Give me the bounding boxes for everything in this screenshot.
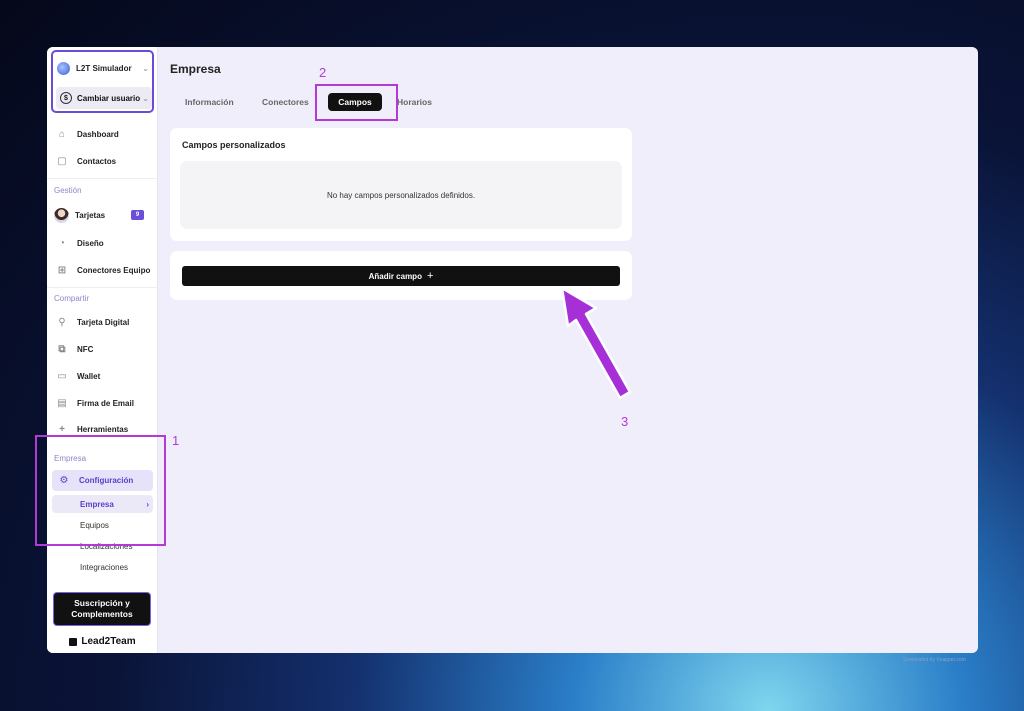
nfc-icon: ⧉ — [58, 343, 66, 355]
account-name: L2T Simulador — [76, 63, 132, 73]
account-selector[interactable]: L2T Simulador ⌄ — [57, 57, 149, 79]
grid-icon: ⊞ — [57, 264, 67, 276]
annotation-number: 2 — [319, 65, 327, 80]
sidebar-item-label: NFC — [77, 344, 94, 354]
qr-icon: ⚲ — [58, 316, 66, 328]
watermark: Screenshot by Xnapper.com — [903, 657, 966, 663]
brand-name: Lead2Team — [81, 636, 136, 647]
sidebar-item-label: Contactos — [77, 156, 117, 166]
signature-icon: ▤ — [57, 397, 67, 409]
plus-icon: + — [426, 270, 434, 282]
brand-logo-icon — [69, 637, 78, 646]
contacts-icon: ▢ — [57, 155, 67, 167]
arrow-icon — [560, 286, 632, 400]
sidebar-item-tarjetas[interactable]: Tarjetas 9 — [54, 206, 150, 224]
sidebar-subitem-integraciones[interactable]: Integraciones — [52, 558, 153, 576]
annotation-number: 1 — [172, 433, 180, 448]
sidebar-item-label: Dashboard — [77, 129, 119, 139]
annotation-number: 3 — [621, 414, 629, 429]
sidebar: L2T Simulador ⌄ $ Cambiar usuario ⌄ ⌂ Da… — [47, 47, 158, 653]
tab-conectores[interactable]: Conectores — [262, 97, 309, 107]
sidebar-item-label: Tarjetas — [75, 210, 106, 220]
sidebar-item-label: Firma de Email — [77, 398, 134, 408]
account-logo-icon — [57, 61, 70, 75]
switch-user-label: Cambiar usuario — [77, 93, 141, 103]
sidebar-item-conectores-equipo[interactable]: ⊞ Conectores Equipo — [56, 261, 152, 279]
switch-user-button[interactable]: $ Cambiar usuario ⌄ — [56, 87, 152, 109]
sidebar-item-label: Conectores Equipo — [77, 265, 151, 275]
tab-informacion[interactable]: Información — [185, 97, 234, 107]
sidebar-item-dashboard[interactable]: ⌂ Dashboard — [56, 125, 152, 143]
user-switch-icon: $ — [60, 92, 72, 104]
sidebar-item-label: Wallet — [77, 371, 101, 381]
page-title: Empresa — [170, 62, 221, 76]
sidebar-item-firma-email[interactable]: ▤ Firma de Email — [56, 394, 152, 412]
avatar — [54, 207, 69, 223]
highlight-box-1 — [35, 435, 166, 546]
sidebar-item-label: Herramientas — [77, 424, 129, 434]
home-icon: ⌂ — [58, 128, 66, 140]
chevron-down-icon: ⌄ — [142, 93, 149, 103]
brand-footer: Lead2Team — [47, 636, 158, 647]
empty-state-text: No hay campos personalizados definidos. — [326, 190, 476, 200]
account-switcher: L2T Simulador ⌄ $ Cambiar usuario ⌄ — [51, 50, 154, 113]
subscription-button[interactable]: Suscripción y Complementos — [53, 592, 151, 626]
card-title: Campos personalizados — [182, 140, 286, 150]
chevron-down-icon: ⌄ — [142, 63, 149, 73]
empty-state: No hay campos personalizados definidos. — [180, 161, 622, 229]
tab-horarios[interactable]: Horarios — [397, 97, 432, 107]
section-label-gestion: Gestión — [54, 186, 82, 195]
divider — [47, 178, 158, 179]
palette-icon: ◔ — [58, 237, 66, 249]
sidebar-item-label: Diseño — [77, 238, 104, 248]
section-label-compartir: Compartir — [54, 294, 90, 303]
sidebar-item-tarjeta-digital[interactable]: ⚲ Tarjeta Digital — [56, 313, 152, 331]
sidebar-item-diseno[interactable]: ◔ Diseño — [56, 234, 152, 252]
custom-fields-card: Campos personalizados No hay campos pers… — [170, 128, 632, 241]
divider — [47, 287, 158, 288]
highlight-box-2 — [315, 84, 398, 121]
plus-icon: + — [59, 423, 65, 435]
app-window: L2T Simulador ⌄ $ Cambiar usuario ⌄ ⌂ Da… — [47, 47, 978, 653]
sidebar-item-label: Tarjeta Digital — [77, 317, 130, 327]
count-badge: 9 — [131, 210, 144, 220]
wallet-icon: ▭ — [57, 370, 67, 382]
sidebar-item-nfc[interactable]: ⧉ NFC — [56, 340, 152, 358]
sidebar-item-wallet[interactable]: ▭ Wallet — [56, 367, 152, 385]
sidebar-item-contactos[interactable]: ▢ Contactos — [56, 152, 152, 170]
